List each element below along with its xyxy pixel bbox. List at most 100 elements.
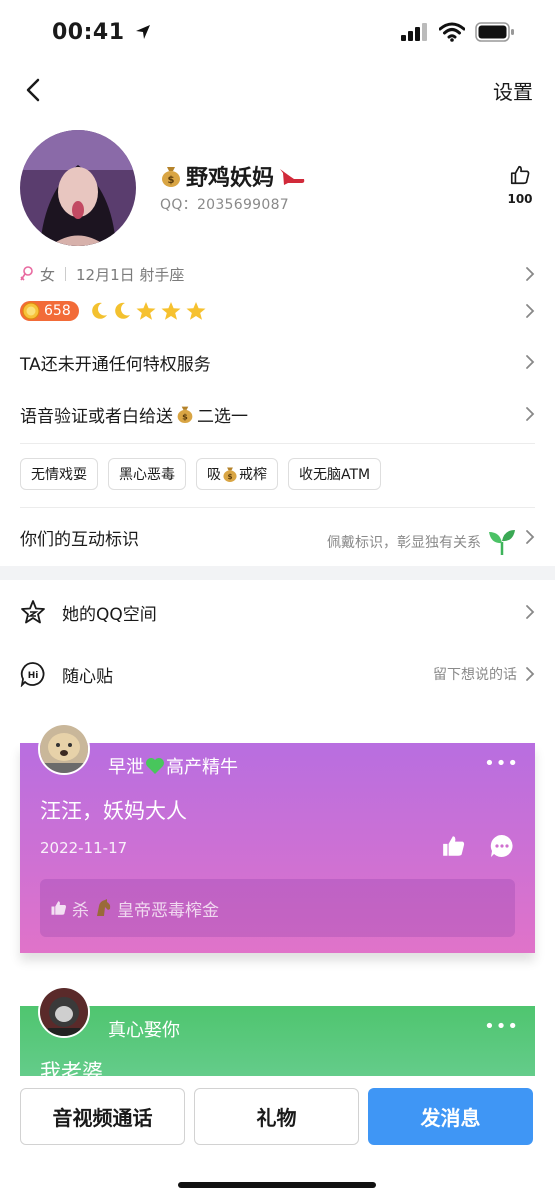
high-heel-icon: [280, 169, 305, 185]
moon-icon: [114, 302, 130, 319]
more-options-icon[interactable]: •••: [484, 753, 519, 774]
back-arrow-icon: [26, 78, 40, 102]
horse-icon: [97, 899, 111, 916]
chevron-right-icon: [526, 605, 535, 619]
interaction-mark-row[interactable]: 你们的互动标识 佩戴标识，彰显独有关系: [20, 520, 535, 556]
qq-level-row[interactable]: 658: [20, 298, 535, 324]
tag-item[interactable]: 黑心恶毒: [108, 458, 186, 490]
svg-text:$: $: [182, 412, 188, 422]
chevron-right-icon: [526, 530, 535, 544]
tag-label-suffix: 戒榨: [239, 467, 267, 483]
interaction-hint-text: 佩戴标识，彰显独有关系: [327, 535, 481, 551]
author-avatar-image: [40, 725, 88, 773]
chevron-right-icon: [526, 407, 535, 421]
info-separator: [65, 267, 67, 281]
birthday-text: 12月1日 射手座: [76, 265, 185, 284]
video-call-button[interactable]: 音视频通话: [20, 1088, 185, 1145]
card-author-avatar[interactable]: [38, 723, 90, 775]
section-separator: [0, 566, 555, 580]
star-icon: [161, 302, 181, 320]
star-icon: [186, 302, 206, 320]
qq-number: QQ：2035699087: [160, 197, 290, 213]
avatar-image: [20, 130, 136, 246]
chevron-right-icon: [526, 304, 535, 318]
level-icons: [89, 301, 207, 321]
level-badge: 658: [20, 301, 79, 321]
note-card[interactable]: 早泄 高产精牛 ••• 汪汪，妖妈大人 2022-11-17 杀 皇帝恶毒榨金: [20, 723, 535, 953]
author-name-suffix: 高产精牛: [166, 757, 238, 778]
svg-text:Hi: Hi: [28, 671, 39, 681]
status-time-text: 00:41: [52, 20, 125, 45]
cellular-signal-icon: [401, 23, 427, 41]
status-time: 00:41: [52, 20, 151, 45]
qzone-row[interactable]: 她的QQ空间: [20, 594, 535, 630]
privilege-row[interactable]: TA还未开通任何特权服务: [20, 346, 535, 378]
settings-button[interactable]: 设置: [493, 76, 533, 105]
more-options-icon[interactable]: •••: [484, 1016, 519, 1037]
notes-row[interactable]: Hi 随心贴 留下想说的话: [20, 656, 535, 692]
liker-name-prefix: 杀: [72, 900, 89, 921]
qzone-label: 她的QQ空间: [62, 604, 157, 625]
home-indicator: [178, 1182, 376, 1188]
back-button[interactable]: [18, 74, 48, 106]
author-avatar-image: [40, 988, 88, 1036]
chevron-right-icon: [526, 355, 535, 369]
location-arrow-icon: [135, 25, 150, 39]
card-date: 2022-11-17: [40, 839, 128, 857]
status-bar: 00:41: [0, 0, 555, 62]
signature-row[interactable]: 语音验证或者白给送 $ 二选一: [20, 398, 535, 430]
battery-icon: [475, 22, 514, 42]
tag-label: 收无脑ATM: [299, 467, 371, 483]
tag-item[interactable]: 吸 $ 戒榨: [196, 458, 278, 490]
nickname: $ 野鸡妖妈: [160, 160, 306, 192]
nickname-text: 野鸡妖妈: [186, 166, 275, 191]
card-author-name: 早泄 高产精牛: [108, 753, 238, 779]
signature-suffix: 二选一: [197, 406, 248, 427]
divider: [20, 507, 535, 508]
tag-label: 无情戏耍: [31, 467, 87, 483]
interaction-hint: 佩戴标识，彰显独有关系: [327, 528, 517, 556]
profile-info-row[interactable]: 女 12月1日 射手座: [20, 262, 535, 286]
svg-text:$: $: [168, 175, 175, 186]
notes-hint: 留下想说的话: [433, 667, 517, 683]
privilege-text: TA还未开通任何特权服务: [20, 354, 211, 375]
author-name-prefix: 早泄: [108, 757, 144, 778]
gender-text: 女: [40, 265, 56, 284]
tag-item[interactable]: 收无脑ATM: [288, 458, 382, 490]
green-heart-icon: [146, 758, 164, 774]
card-likers[interactable]: 杀 皇帝恶毒榨金: [40, 879, 515, 937]
divider: [20, 443, 535, 444]
like-count: 100: [507, 192, 533, 206]
nav-bar: 设置: [0, 68, 555, 112]
sprout-icon: [489, 530, 515, 555]
chevron-right-icon: [526, 667, 535, 681]
thumbs-up-filled-icon[interactable]: [441, 833, 467, 859]
personal-tags: 无情戏耍 黑心恶毒 吸 $ 戒榨 收无脑ATM: [20, 458, 535, 490]
profile-avatar[interactable]: [20, 130, 136, 246]
star-icon: [136, 302, 156, 320]
liker-name-suffix: 皇帝恶毒榨金: [117, 900, 219, 921]
card-author-name: 真心娶你: [108, 1020, 180, 1041]
card-text: 汪汪，妖妈大人: [40, 799, 187, 823]
money-bag-icon: $: [177, 406, 193, 423]
star-outline-icon: [20, 599, 46, 625]
like-button[interactable]: 100: [505, 164, 535, 206]
chevron-right-icon: [526, 267, 535, 281]
note-card[interactable]: 真心娶你 ••• 我老婆: [20, 986, 535, 1084]
money-bag-icon: $: [162, 167, 180, 187]
wifi-icon: [439, 22, 465, 42]
svg-text:$: $: [227, 472, 232, 481]
female-icon: [20, 266, 33, 281]
gift-button[interactable]: 礼物: [194, 1088, 359, 1145]
money-bag-icon: $: [223, 467, 237, 482]
tag-label-prefix: 吸: [207, 467, 221, 483]
status-indicators: [401, 22, 515, 42]
hi-bubble-icon: Hi: [20, 661, 46, 687]
send-message-button[interactable]: 发消息: [368, 1088, 533, 1145]
card-author-avatar[interactable]: [38, 986, 90, 1038]
interaction-label: 你们的互动标识: [20, 529, 139, 550]
comment-icon[interactable]: [489, 833, 515, 859]
tag-item[interactable]: 无情戏耍: [20, 458, 98, 490]
profile-header: $ 野鸡妖妈 QQ：2035699087 100: [20, 130, 535, 246]
level-value: 658: [44, 303, 71, 319]
